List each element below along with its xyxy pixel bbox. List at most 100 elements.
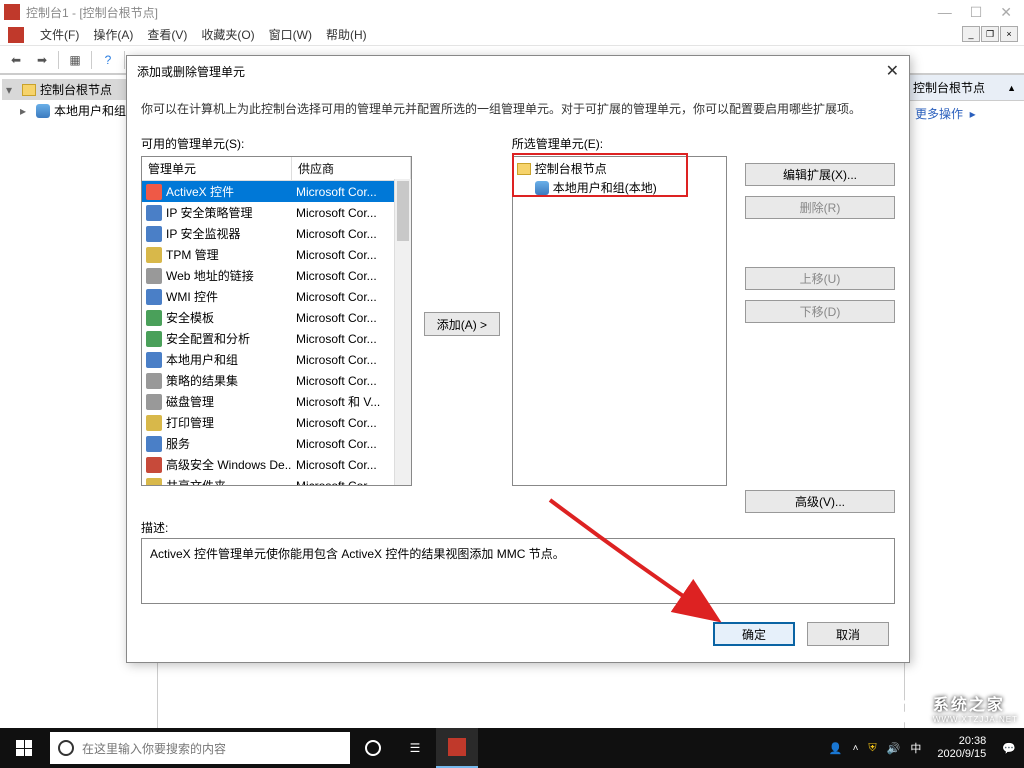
- selected-column: 所选管理单元(E): 控制台根节点 本地用户和组(本地): [512, 135, 727, 513]
- ok-button[interactable]: 确定: [713, 622, 795, 646]
- snapin-icon: [146, 415, 162, 431]
- maximize-button[interactable]: ☐: [970, 4, 983, 21]
- window-buttons: — ☐ ✕: [938, 4, 1020, 21]
- actions-more[interactable]: 更多操作 ▸: [905, 101, 1024, 126]
- tray-overflow[interactable]: ˄: [853, 743, 859, 754]
- menubar: 文件(F) 操作(A) 查看(V) 收藏夹(O) 窗口(W) 帮助(H): [0, 24, 1024, 46]
- menu-view[interactable]: 查看(V): [147, 26, 187, 43]
- collapse-icon[interactable]: ▲: [1007, 83, 1016, 93]
- move-down-button[interactable]: 下移(D): [745, 300, 895, 323]
- snapin-icon: [146, 457, 162, 473]
- dialog-description: 你可以在计算机上为此控制台选择可用的管理单元并配置所选的一组管理单元。对于可扩展…: [127, 86, 909, 135]
- list-scrollbar[interactable]: [394, 179, 411, 485]
- add-button[interactable]: 添加(A) >: [424, 312, 500, 336]
- snapin-icon: [146, 226, 162, 242]
- menu-help[interactable]: 帮助(H): [326, 26, 367, 43]
- window-title: 控制台1 - [控制台根节点]: [26, 4, 158, 21]
- mdi-min[interactable]: _: [962, 26, 980, 42]
- selected-tree[interactable]: 控制台根节点 本地用户和组(本地): [512, 156, 727, 486]
- annotation-red-box: [512, 153, 688, 197]
- tray-notifications-icon[interactable]: 💬: [1002, 742, 1016, 755]
- col-snapin[interactable]: 管理单元: [142, 157, 292, 180]
- dialog-footer: 确定 取消: [127, 604, 909, 662]
- snapin-icon: [146, 352, 162, 368]
- col-vendor[interactable]: 供应商: [292, 157, 411, 180]
- snapin-icon: [146, 289, 162, 305]
- dialog-close-button[interactable]: ✕: [886, 61, 899, 81]
- edit-extensions-button[interactable]: 编辑扩展(X)...: [745, 163, 895, 186]
- list-item[interactable]: 高级安全 Windows De...Microsoft Cor...: [142, 454, 411, 475]
- search-icon: [58, 740, 74, 756]
- mdi-restore[interactable]: ❐: [981, 26, 999, 42]
- list-item[interactable]: ActiveX 控件Microsoft Cor...: [142, 181, 411, 202]
- snapin-icon: [146, 436, 162, 452]
- dialog-title: 添加或删除管理单元: [137, 63, 245, 80]
- start-button[interactable]: [0, 728, 48, 768]
- tray-people-icon[interactable]: 👤: [829, 742, 843, 755]
- list-item[interactable]: 安全模板Microsoft Cor...: [142, 307, 411, 328]
- move-up-button[interactable]: 上移(U): [745, 267, 895, 290]
- tray-ime-icon[interactable]: 中: [910, 740, 921, 756]
- mdi-controls: _ ❐ ×: [962, 26, 1018, 42]
- list-item[interactable]: IP 安全策略管理Microsoft Cor...: [142, 202, 411, 223]
- snapin-icon: [146, 205, 162, 221]
- list-item[interactable]: 本地用户和组Microsoft Cor...: [142, 349, 411, 370]
- task-mmc[interactable]: [436, 728, 478, 768]
- snapin-icon: [146, 184, 162, 200]
- remove-button[interactable]: 删除(R): [745, 196, 895, 219]
- list-item[interactable]: 安全配置和分析Microsoft Cor...: [142, 328, 411, 349]
- advanced-button[interactable]: 高级(V)...: [745, 490, 895, 513]
- right-buttons: 编辑扩展(X)... 删除(R) 上移(U) 下移(D) 高级(V)...: [735, 135, 895, 513]
- description-label: 描述:: [141, 519, 895, 536]
- middle-column: 添加(A) >: [420, 135, 504, 513]
- snapin-icon: [146, 331, 162, 347]
- snapin-icon: [146, 310, 162, 326]
- system-tray: 👤 ˄ ⛨ 🔊 中 20:38 2020/9/15 💬: [821, 735, 1024, 761]
- taskbar-search[interactable]: 在这里输入你要搜索的内容: [50, 732, 350, 764]
- tb-grid[interactable]: ▦: [63, 49, 87, 71]
- list-item[interactable]: 磁盘管理Microsoft 和 V...: [142, 391, 411, 412]
- menu-favorites[interactable]: 收藏夹(O): [201, 26, 254, 43]
- cancel-button[interactable]: 取消: [807, 622, 889, 646]
- list-item[interactable]: 共享文件夹Microsoft Cor...: [142, 475, 411, 486]
- tb-fwd[interactable]: ➡: [30, 49, 54, 71]
- list-item[interactable]: 策略的结果集Microsoft Cor...: [142, 370, 411, 391]
- users-icon: [36, 104, 50, 118]
- list-item[interactable]: IP 安全监视器Microsoft Cor...: [142, 223, 411, 244]
- list-item[interactable]: WMI 控件Microsoft Cor...: [142, 286, 411, 307]
- menu-file[interactable]: 文件(F): [40, 26, 79, 43]
- task-cortana[interactable]: [352, 728, 394, 768]
- tray-volume-icon[interactable]: 🔊: [887, 742, 901, 755]
- dialog-titlebar: 添加或删除管理单元 ✕: [127, 56, 909, 86]
- list-item[interactable]: 打印管理Microsoft Cor...: [142, 412, 411, 433]
- list-item[interactable]: 服务Microsoft Cor...: [142, 433, 411, 454]
- menu-action[interactable]: 操作(A): [93, 26, 133, 43]
- menu-window[interactable]: 窗口(W): [269, 26, 312, 43]
- close-button[interactable]: ✕: [1000, 4, 1012, 21]
- minimize-button[interactable]: —: [938, 4, 952, 21]
- app-icon: [4, 4, 20, 20]
- list-item[interactable]: Web 地址的链接Microsoft Cor...: [142, 265, 411, 286]
- search-placeholder: 在这里输入你要搜索的内容: [82, 740, 226, 757]
- watermark: 系统之家 WWW.XTZJJA.NET: [893, 691, 1018, 724]
- task-taskview[interactable]: ☰: [394, 728, 436, 768]
- list-item[interactable]: TPM 管理Microsoft Cor...: [142, 244, 411, 265]
- description-box: ActiveX 控件管理单元使你能用包含 ActiveX 控件的结果视图添加 M…: [141, 538, 895, 604]
- tray-clock[interactable]: 20:38 2020/9/15: [931, 735, 992, 761]
- taskbar: 在这里输入你要搜索的内容 ☰ 👤 ˄ ⛨ 🔊 中 20:38 2020/9/15…: [0, 728, 1024, 768]
- tray-shield-icon[interactable]: ⛨: [868, 742, 876, 755]
- tree-child-label: 本地用户和组: [54, 102, 126, 119]
- tb-back[interactable]: ⬅: [4, 49, 28, 71]
- snapin-icon: [146, 268, 162, 284]
- mdi-close[interactable]: ×: [1000, 26, 1018, 42]
- snapin-icon: [146, 247, 162, 263]
- snapin-dialog: 添加或删除管理单元 ✕ 你可以在计算机上为此控制台选择可用的管理单元并配置所选的…: [126, 55, 910, 663]
- tree-root-label: 控制台根节点: [40, 81, 112, 98]
- available-column: 可用的管理单元(S): 管理单元 供应商 ActiveX 控件Microsoft…: [141, 135, 412, 513]
- available-listbox[interactable]: 管理单元 供应商 ActiveX 控件Microsoft Cor...IP 安全…: [141, 156, 412, 486]
- snapin-icon: [146, 373, 162, 389]
- house-icon: [893, 693, 927, 723]
- available-label: 可用的管理单元(S):: [141, 135, 412, 152]
- tb-help[interactable]: ?: [96, 49, 120, 71]
- selected-label: 所选管理单元(E):: [512, 135, 727, 152]
